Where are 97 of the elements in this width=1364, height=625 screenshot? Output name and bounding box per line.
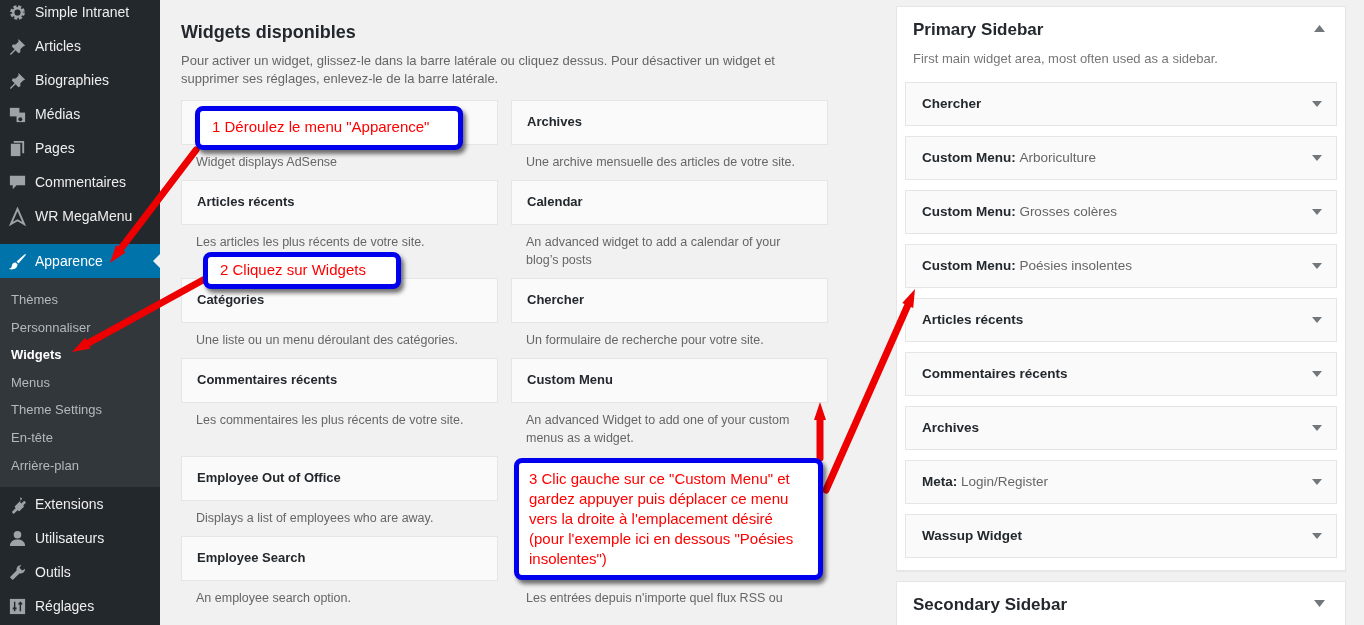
widget-title: Archives <box>527 113 582 132</box>
widget-card[interactable]: Articles récents <box>905 298 1337 342</box>
menu-item[interactable]: Commentaires <box>0 165 160 199</box>
caret-icon <box>1312 317 1322 323</box>
widget-subtitle: Login/Register <box>960 473 1048 489</box>
widget-description: Widget displays AdSense <box>195 153 339 171</box>
menu-item[interactable]: Outils <box>0 555 160 590</box>
logo-icon <box>8 206 27 226</box>
sidebar-description: First main widget area, most often used as a sidebar. <box>912 49 1219 68</box>
submenu-item[interactable]: En-tête <box>0 423 160 452</box>
submenu-item[interactable]: Personnaliser <box>0 313 160 342</box>
widget-card[interactable]: Calendar <box>511 179 828 225</box>
widget-description: Un formulaire de recherche pour votre site. <box>525 331 765 349</box>
widget-title: Wassup Widget <box>922 527 1022 543</box>
widget-subtitle: Poésies insolentes <box>1019 257 1132 273</box>
pin-icon <box>8 70 27 90</box>
widget-title: Employee Search <box>197 549 306 568</box>
widget-title: Chercher <box>527 291 585 310</box>
menu-item[interactable]: Réglages <box>0 589 160 624</box>
sidebar-title: Secondary Sidebar <box>912 594 1067 616</box>
widget-card[interactable]: Articles récents <box>181 179 498 225</box>
submenu-item[interactable]: Arrière-plan <box>0 451 160 480</box>
widget-title: Meta: <box>922 473 958 489</box>
widget-card[interactable]: Employee Out of Office <box>181 455 498 501</box>
caret-icon <box>1312 209 1322 215</box>
widget-card[interactable]: Custom Menu: Arboriculture <box>905 136 1337 180</box>
widget-subtitle: Grosses colères <box>1019 203 1117 219</box>
widget-card[interactable]: Wassup Widget <box>905 514 1337 558</box>
collapse-icon[interactable] <box>1314 25 1325 32</box>
widget-card[interactable]: Commentaires récents <box>905 352 1337 396</box>
caret-icon <box>1312 263 1322 269</box>
widget-description: An advanced Widget to add one of your custom menus as a widget. <box>525 411 791 447</box>
callout-tooltip: 2 Cliquez sur Widgets <box>203 252 401 289</box>
widget-card[interactable]: Custom Menu: Grosses colères <box>905 190 1337 234</box>
widget-title: Archives <box>922 419 980 435</box>
widget-title: Custom Menu: <box>922 203 1016 219</box>
pages-icon <box>8 138 27 158</box>
callout-tooltip: 1 Déroulez le menu "Apparence" <box>195 106 463 150</box>
widget-description: An advanced widget to add a calendar of your blog’s posts <box>525 233 782 269</box>
expand-icon[interactable] <box>1314 600 1325 607</box>
caret-icon <box>1312 101 1322 107</box>
widget-title: Custom Menu: <box>922 257 1016 273</box>
sliders-icon <box>8 596 27 616</box>
menu-item[interactable]: Utilisateurs <box>0 521 160 556</box>
menu-item[interactable]: Articles <box>0 29 160 63</box>
widget-description: Une liste ou un menu déroulant des catégories. <box>195 331 459 349</box>
caret-icon <box>1312 425 1322 431</box>
gear-icon <box>8 2 27 22</box>
widget-title: Articles récents <box>197 193 295 212</box>
caret-icon <box>1312 155 1322 161</box>
widget-card[interactable]: Commentaires récents <box>181 357 498 403</box>
callout-tooltip: 3 Clic gauche sur ce "Custom Menu" et gardez appuyer puis déplacer ce menu vers la droite à l'emplacement désiré (pour l'exemple ici en dessous "Poésies insolentes") <box>514 458 823 580</box>
widget-card[interactable]: Meta: Login/Register <box>905 460 1337 504</box>
brush-icon <box>8 251 27 271</box>
widget-card[interactable]: Custom Menu <box>511 357 828 403</box>
menu-item[interactable]: Médias <box>0 97 160 131</box>
submenu-item[interactable]: Widgets <box>0 341 160 369</box>
user-icon <box>8 528 27 548</box>
menu-item[interactable]: Simple Intranet <box>0 0 160 29</box>
widget-card[interactable]: Employee Search <box>181 535 498 581</box>
widget-card[interactable]: Chercher <box>511 277 828 323</box>
widget-title: Chercher <box>922 95 982 111</box>
widget-title: Calendar <box>527 193 583 212</box>
widget-title: Articles récents <box>922 311 1024 327</box>
wrench-icon <box>8 562 27 582</box>
menu-item[interactable]: WR MegaMenu <box>0 199 160 233</box>
widget-title: Catégories <box>197 291 265 310</box>
widget-subtitle: Arboriculture <box>1019 149 1096 165</box>
menu-item[interactable]: Pages <box>0 131 160 165</box>
caret-icon <box>1312 479 1322 485</box>
pin-icon <box>8 36 27 56</box>
submenu-item[interactable]: Theme Settings <box>0 396 160 424</box>
caret-icon <box>1312 371 1322 377</box>
widget-description: An employee search option. <box>195 589 352 607</box>
widget-description: Displays a list of employees who are away. <box>195 509 435 527</box>
widget-description: Les commentaires les plus récents de votre site. <box>195 411 465 429</box>
widget-description: Les articles les plus récents de votre site. <box>195 233 426 251</box>
submenu-item[interactable]: Menus <box>0 368 160 397</box>
section-heading: Widgets disponibles <box>181 22 357 44</box>
widget-description: Une archive mensuelle des articles de votre site. <box>525 153 796 171</box>
submenu-item[interactable]: Thèmes <box>0 286 160 314</box>
menu-item[interactable]: Extensions <box>0 487 160 522</box>
menu-item[interactable]: Apparence <box>0 244 160 278</box>
widget-description: Les entrées depuis n'importe quel flux RSS ou <box>525 589 784 607</box>
widget-title: Custom Menu <box>527 371 613 390</box>
widget-card[interactable]: Archives <box>905 406 1337 450</box>
widget-card[interactable]: Archives <box>511 99 828 145</box>
widget-title: Commentaires récents <box>922 365 1068 381</box>
widget-title: Employee Out of Office <box>197 469 341 488</box>
menu-item[interactable]: Biographies <box>0 63 160 97</box>
widget-title: Commentaires récents <box>197 371 338 390</box>
widget-card[interactable]: Chercher <box>905 82 1337 126</box>
instructions-text: Pour activer un widget, glissez-le dans la barre latérale ou cliquez dessus. Pour désactiver un widget et supprimer ses réglages, enlevez-le de la barre latérale. <box>181 51 776 88</box>
caret-icon <box>1312 533 1322 539</box>
widget-card[interactable]: Custom Menu: Poésies insolentes <box>905 244 1337 288</box>
sidebar-title: Primary Sidebar <box>912 19 1044 41</box>
widget-title: Custom Menu: <box>922 149 1016 165</box>
